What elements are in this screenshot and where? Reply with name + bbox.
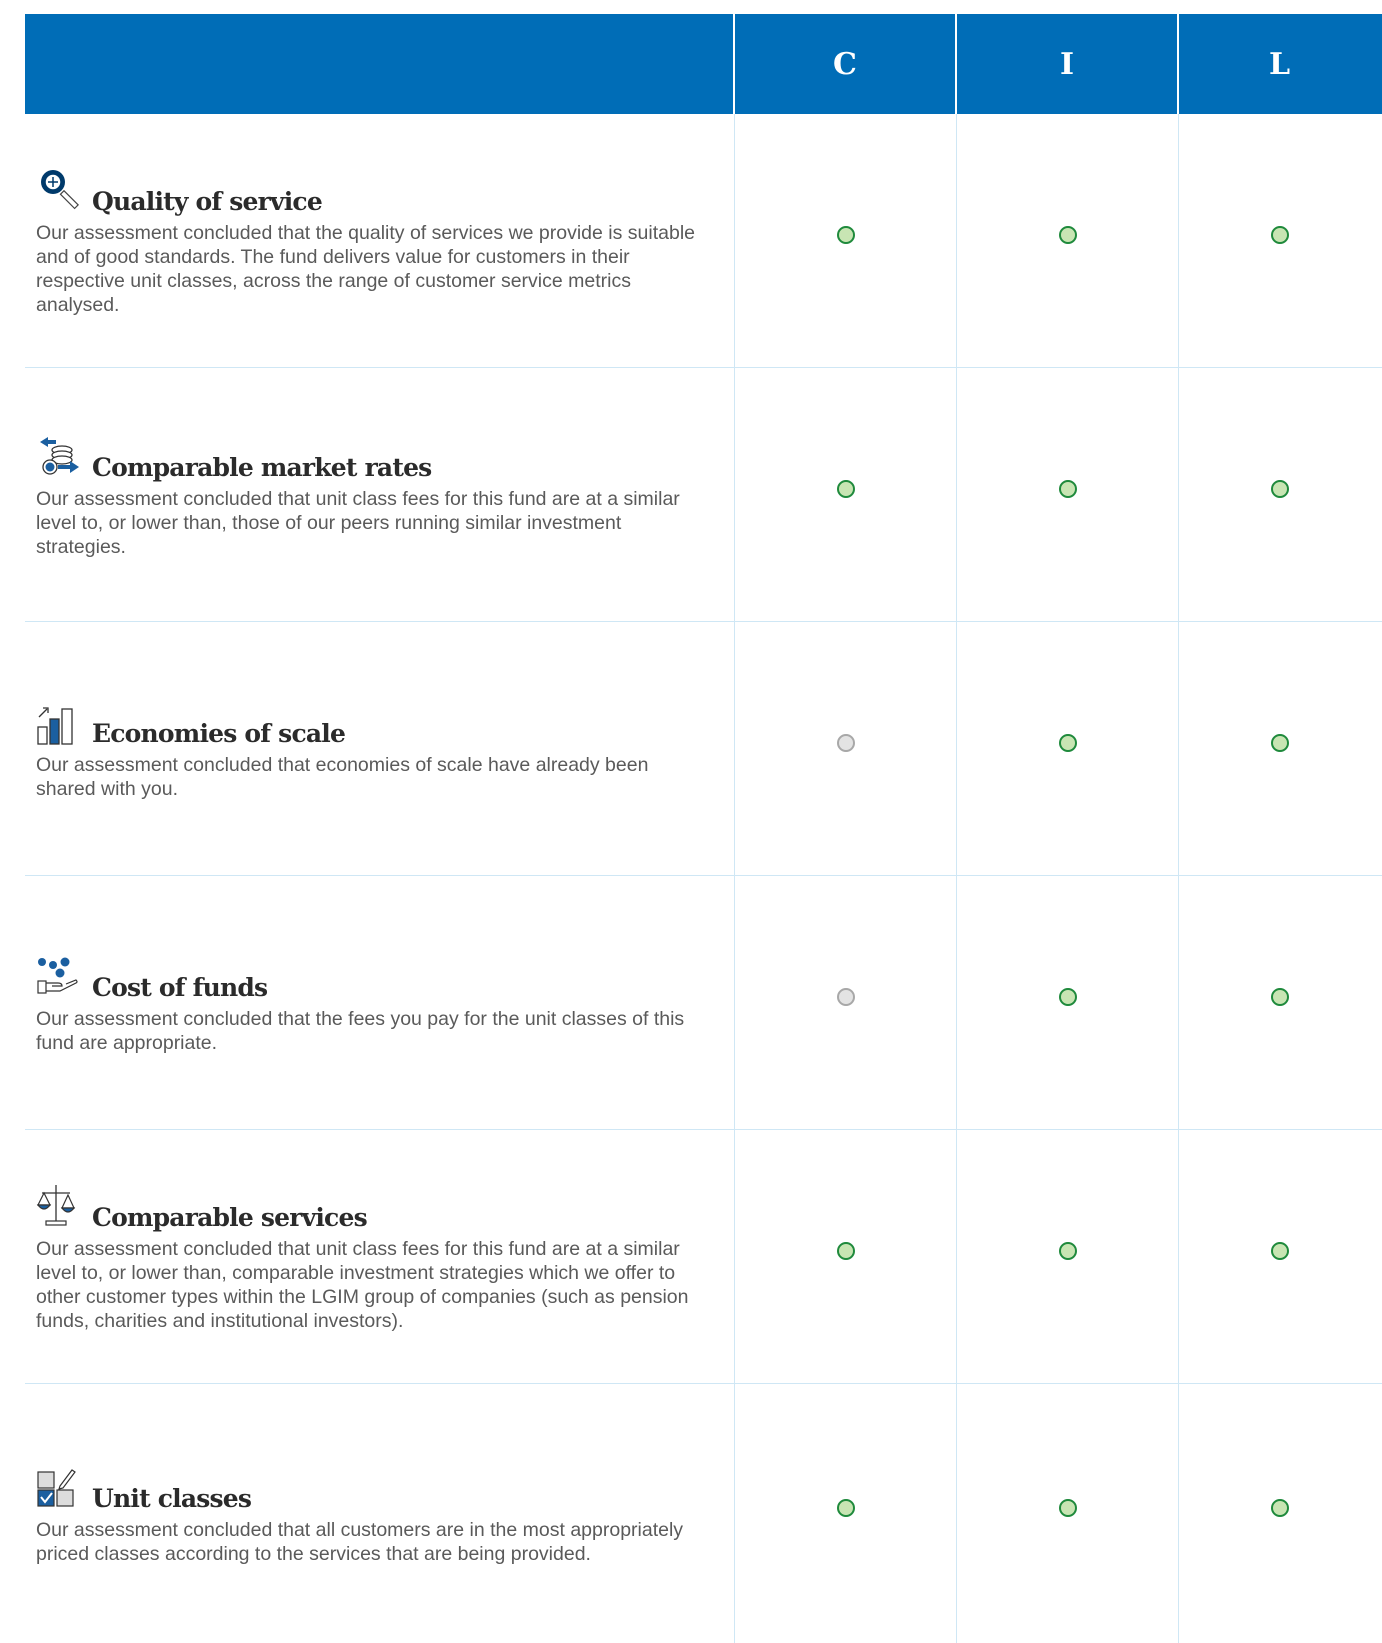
criterion-cell: Cost of funds Our assessment concluded t… xyxy=(25,876,735,1129)
rating-cell-l xyxy=(1179,622,1380,875)
table-row: Cost of funds Our assessment concluded t… xyxy=(25,876,1382,1130)
bar-chart-icon xyxy=(36,697,86,747)
criterion-description: Our assessment concluded that all custom… xyxy=(36,1518,684,1565)
criterion-description: Our assessment concluded that the fees y… xyxy=(36,1007,685,1054)
criterion-cell: Quality of service Our assessment conclu… xyxy=(25,114,735,367)
rating-cell-l xyxy=(1179,368,1380,621)
magnifier-icon xyxy=(36,165,86,215)
rating-dot-green xyxy=(1270,1498,1289,1517)
rating-cell-l xyxy=(1179,1130,1380,1383)
criterion-description: Our assessment concluded that unit class… xyxy=(36,1237,689,1332)
criterion-title: Comparable market rates xyxy=(92,452,432,482)
table-row: Quality of service Our assessment conclu… xyxy=(25,114,1382,368)
rating-cell-c xyxy=(735,1384,957,1643)
criterion-cell: Comparable market rates Our assessment c… xyxy=(25,368,735,621)
rating-cell-c xyxy=(735,1130,957,1383)
rating-cell-l xyxy=(1179,1384,1380,1643)
hand-coins-icon xyxy=(36,951,86,1001)
criterion-cell: Unit classes Our assessment concluded th… xyxy=(25,1384,735,1643)
rating-dot-green xyxy=(1058,1241,1077,1260)
rating-dot-green xyxy=(1270,479,1289,498)
column-header-i: I xyxy=(957,14,1179,114)
rating-dot-green xyxy=(836,225,855,244)
criterion-description: Our assessment concluded that economies … xyxy=(36,753,649,800)
criterion-title: Unit classes xyxy=(92,1483,252,1513)
coins-exchange-icon xyxy=(36,431,86,481)
criterion-cell: Comparable services Our assessment concl… xyxy=(25,1130,735,1383)
rating-cell-l xyxy=(1179,114,1380,367)
rating-cell-i xyxy=(957,622,1179,875)
criterion-title: Economies of scale xyxy=(92,718,346,748)
rating-dot-green xyxy=(836,479,855,498)
rating-dot-green xyxy=(1270,733,1289,752)
rating-dot-green xyxy=(1058,987,1077,1006)
checkbox-grid-icon xyxy=(36,1462,86,1512)
assessment-table: C I L Quality of service Our assessment … xyxy=(25,14,1382,1643)
table-row: Economies of scale Our assessment conclu… xyxy=(25,622,1382,876)
rating-dot-green xyxy=(1058,733,1077,752)
rating-cell-c xyxy=(735,622,957,875)
rating-cell-i xyxy=(957,1130,1179,1383)
rating-cell-c xyxy=(735,368,957,621)
table-header: C I L xyxy=(25,14,1382,114)
rating-cell-i xyxy=(957,1384,1179,1643)
table-row: Comparable market rates Our assessment c… xyxy=(25,368,1382,622)
criterion-title: Quality of service xyxy=(92,186,323,216)
criterion-title: Comparable services xyxy=(92,1202,368,1232)
scales-icon xyxy=(36,1181,86,1231)
rating-dot-grey xyxy=(836,987,855,1006)
rating-dot-green xyxy=(1058,479,1077,498)
rating-dot-green xyxy=(836,1498,855,1517)
rating-dot-green xyxy=(1270,987,1289,1006)
rating-cell-i xyxy=(957,368,1179,621)
table-row: Comparable services Our assessment concl… xyxy=(25,1130,1382,1384)
table-row: Unit classes Our assessment concluded th… xyxy=(25,1384,1382,1643)
rating-dot-green xyxy=(1058,1498,1077,1517)
header-blank-cell xyxy=(25,14,735,114)
criterion-description: Our assessment concluded that unit class… xyxy=(36,487,680,558)
rating-cell-c xyxy=(735,114,957,367)
rating-dot-green xyxy=(1058,225,1077,244)
column-header-l: L xyxy=(1268,46,1291,82)
rating-cell-l xyxy=(1179,876,1380,1129)
rating-cell-i xyxy=(957,114,1179,367)
rating-dot-grey xyxy=(836,733,855,752)
rating-dot-green xyxy=(836,1241,855,1260)
column-header-c: C xyxy=(735,14,957,114)
rating-cell-c xyxy=(735,876,957,1129)
criterion-title: Cost of funds xyxy=(92,972,268,1002)
criterion-cell: Economies of scale Our assessment conclu… xyxy=(25,622,735,875)
rating-dot-green xyxy=(1270,1241,1289,1260)
rating-cell-i xyxy=(957,876,1179,1129)
rating-dot-green xyxy=(1270,225,1289,244)
criterion-description: Our assessment concluded that the qualit… xyxy=(36,221,696,316)
